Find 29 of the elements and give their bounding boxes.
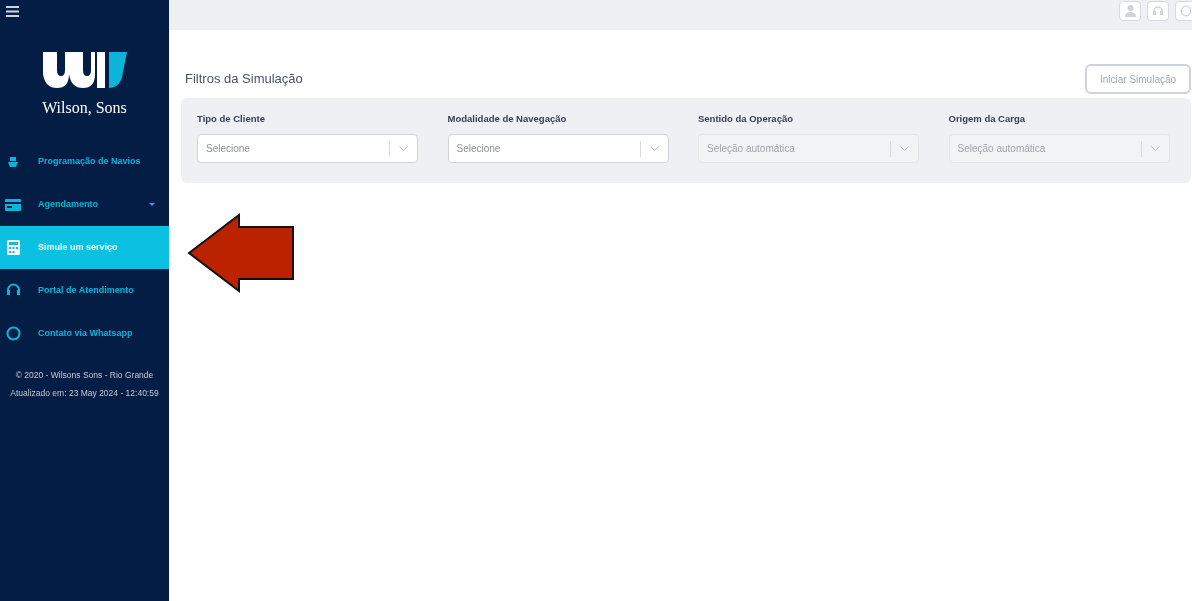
field-label: Tipo de Cliente	[197, 112, 266, 126]
field-label: Origem da Carga	[948, 112, 1027, 126]
headset-icon	[5, 283, 21, 298]
field-label: Sentido da Operação	[698, 112, 795, 126]
chevron-down-icon	[900, 146, 909, 152]
chevron-down-icon	[399, 146, 408, 152]
logo-icon	[40, 50, 129, 90]
chat-icon[interactable]	[1175, 1, 1192, 21]
sidebar-item[interactable]: Contato via Whatsapp	[0, 312, 169, 355]
chat-icon	[5, 326, 21, 341]
sidebar-item[interactable]: Portal de Atendimento	[0, 269, 169, 312]
sidebar-item[interactable]: Programação de Navios	[0, 140, 169, 183]
sidebar-item[interactable]: Simule um serviço	[0, 226, 169, 269]
field-label: Modalidade de Navegação	[447, 112, 568, 126]
headset-icon[interactable]	[1147, 1, 1169, 21]
footer-text: Atualizado em: 23 May 2024 - 12:40:59	[10, 386, 159, 400]
section-title: Filtros da Simulação	[185, 69, 303, 88]
select-field[interactable]: Selecione	[447, 134, 669, 164]
select-field[interactable]: Selecione	[197, 134, 418, 164]
calculator-icon	[5, 240, 21, 255]
chevron-down-icon	[1150, 146, 1160, 152]
caret-icon	[149, 203, 155, 206]
chevron-down-icon	[649, 146, 659, 152]
card-icon	[5, 198, 21, 211]
brand-name: Wilson, Sons	[42, 98, 127, 118]
sidebar-item[interactable]: Agendamento	[0, 183, 169, 226]
user-icon[interactable]	[1119, 1, 1141, 21]
arrow-icon	[187, 213, 297, 294]
footer-text: © 2020 - Wilsons Sons - Rio Grande	[15, 369, 154, 382]
